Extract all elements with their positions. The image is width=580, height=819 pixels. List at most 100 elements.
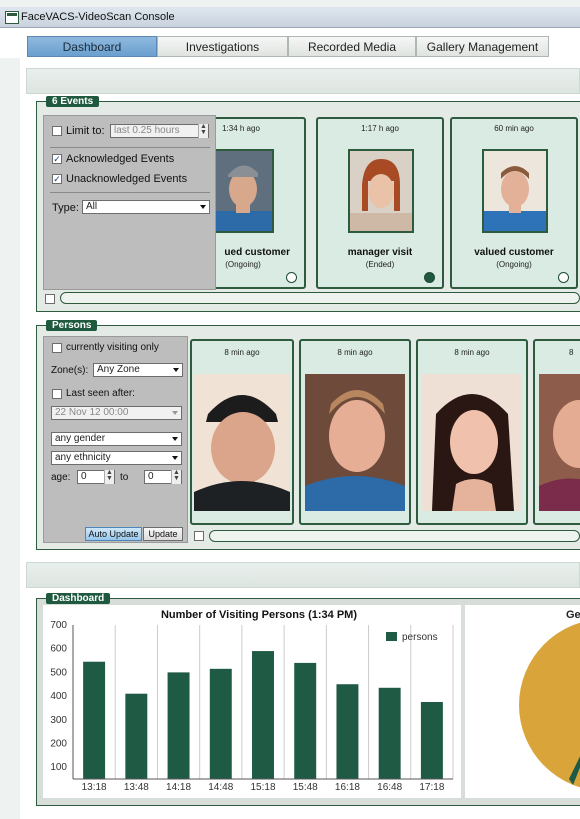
event-photo [216,149,274,233]
x-tick-label: 13:18 [82,782,107,793]
face-image [350,151,412,231]
title-bar: FaceVACS-VideoScan Console [0,7,580,28]
ethnicity-select[interactable]: any ethnicity [51,451,182,465]
window-title: FaceVACS-VideoScan Console [21,11,175,23]
event-card[interactable]: 60 min ago valued customer (Ongoing) [450,117,578,289]
person-card[interactable]: 8 [533,339,580,525]
pie-chart: Ge [465,605,580,798]
event-time: 60 min ago [494,124,534,133]
acknowledge-toggle[interactable] [286,272,297,283]
bar-13:48 [125,693,148,779]
chevron-down-icon [172,437,178,441]
limit-input[interactable]: last 0.25 hours [110,124,209,138]
limit-spinner[interactable]: ▲ ▼ [198,123,208,138]
zones-select[interactable]: Any Zone [93,363,183,377]
tab-bar: Dashboard Investigations Recorded Media … [0,28,580,58]
chevron-down-icon [172,456,178,460]
y-tick-label: 400 [50,691,67,702]
chevron-down-icon [200,205,206,209]
events-panel-title: 6 Events [46,96,100,107]
bar-chart: Number of Visiting Persons (1:34 PM) 100… [43,605,461,798]
last-seen-input[interactable]: 22 Nov 12 00:00 [51,406,182,420]
chevron-down-icon [173,368,179,372]
pie-slice [519,622,580,788]
face-image [194,374,290,511]
event-name: valued customer [474,247,554,258]
auto-update-button[interactable]: Auto Update [85,527,142,541]
gender-select[interactable]: any gender [51,432,182,446]
person-card[interactable]: 8 min ago [190,339,294,525]
section-strip [26,562,580,588]
divider [50,147,210,148]
persons-select-all-checkbox[interactable] [194,531,204,541]
event-status: (Ongoing) [225,260,261,269]
acknowledge-toggle[interactable] [424,272,435,283]
legend-label: persons [402,632,438,643]
age-to-value: 0 [148,471,154,482]
divider [50,192,210,193]
person-photo [422,374,522,511]
events-select-all-checkbox[interactable] [45,294,55,304]
event-name: manager visit [347,247,413,258]
tab-gallery-management[interactable]: Gallery Management [416,36,549,57]
person-photo [305,374,405,511]
event-card[interactable]: 1:17 h ago manager visit (Ended) [316,117,444,289]
unacknowledged-checkbox[interactable]: ✓ [52,174,62,184]
event-photo [482,149,548,233]
tab-dashboard[interactable]: Dashboard [27,36,157,57]
last-seen-label: Last seen after: [66,388,135,399]
y-tick-label: 200 [50,738,67,749]
unacknowledged-label: Unacknowledged Events [66,173,188,185]
x-tick-label: 15:48 [293,782,318,793]
age-to-label: to [120,472,129,483]
chevron-down-icon [172,411,178,415]
zones-value: Any Zone [97,364,140,375]
bar-14:48 [209,668,232,779]
age-to-spinner[interactable]: ▲ ▼ [171,469,181,484]
person-time: 8 [569,348,574,357]
event-photo [348,149,414,233]
face-image [539,374,580,511]
events-scrollbar[interactable] [60,292,580,304]
toolbar-strip [26,68,580,94]
last-seen-checkbox[interactable] [52,389,62,399]
legend-swatch [386,632,397,641]
y-tick-label: 600 [50,644,67,655]
acknowledge-toggle[interactable] [558,272,569,283]
person-time: 8 min ago [337,348,373,357]
bar-14:18 [167,672,190,779]
person-card[interactable]: 8 min ago [299,339,411,525]
update-button[interactable]: Update [143,527,183,541]
tab-recorded-media[interactable]: Recorded Media [288,36,416,57]
y-tick-label: 500 [50,667,67,678]
event-status: (Ended) [365,260,395,269]
persons-scrollbar[interactable] [209,530,580,542]
dashboard-panel-title: Dashboard [46,593,111,604]
zones-label: Zone(s): [51,365,89,376]
currently-visiting-checkbox[interactable] [52,343,62,353]
face-image [484,151,546,231]
age-from-spinner[interactable]: ▲ ▼ [104,469,114,484]
bar-13:18 [83,661,106,779]
type-label: Type: [52,202,79,214]
y-tick-label: 300 [50,715,67,726]
y-tick-label: 100 [50,762,67,773]
acknowledged-label: Acknowledged Events [66,153,175,165]
pie-title: Ge [566,609,580,621]
type-select[interactable]: All [82,200,210,214]
person-photo [539,374,580,511]
x-tick-label: 15:18 [250,782,275,793]
x-tick-label: 17:18 [419,782,444,793]
acknowledged-checkbox[interactable]: ✓ [52,154,62,164]
tab-investigations[interactable]: Investigations [157,36,288,57]
last-seen-value: 22 Nov 12 00:00 [55,407,129,418]
currently-visiting-label: currently visiting only [66,342,159,353]
bar-16:48 [378,687,401,779]
face-image [305,374,405,511]
event-card[interactable]: 1:34 h ago ued customer (Ongoing) [216,117,306,289]
bar-chart-svg: Number of Visiting Persons (1:34 PM) 100… [50,609,454,793]
limit-checkbox[interactable] [52,126,62,136]
events-filter: Limit to: last 0.25 hours ▲ ▼ ✓ Acknowled… [43,115,216,290]
person-card[interactable]: 8 min ago [416,339,528,525]
ethnicity-value: any ethnicity [55,452,111,463]
